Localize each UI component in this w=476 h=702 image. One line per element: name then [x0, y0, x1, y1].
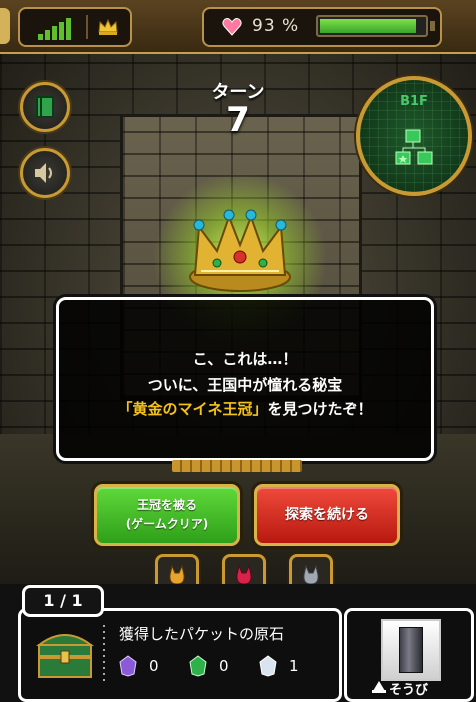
equipment-button[interactable]: そうび	[344, 608, 474, 702]
heart-icon	[222, 18, 242, 36]
wear-crown-label: 王冠を被る	[136, 498, 197, 512]
continue-exploring-button[interactable]: 探索を続ける	[254, 484, 400, 546]
sound-toggle-button[interactable]	[20, 148, 70, 198]
dialog-line-2: ついに、王国中が憧れる秘宝	[147, 376, 343, 394]
gold-pedestal	[172, 460, 302, 472]
crown-icon	[98, 18, 118, 35]
panel-divider	[103, 625, 105, 681]
purple-gem-icon	[119, 655, 137, 677]
battery-fill	[320, 19, 417, 33]
green-gem-icon	[189, 655, 207, 677]
bar-notch	[0, 8, 10, 44]
page-counter: 1 / 1	[22, 585, 104, 617]
game-clear-label: (ゲームクリア)	[125, 517, 209, 531]
minimap-rooms	[395, 129, 433, 165]
game-screen: 93 % ターン 7 B1F こ、これは…！ ついに、王国中が憧れる秘宝 「黄金…	[0, 0, 476, 702]
dialog-line-3-rest: を見つけたぞ！	[267, 400, 373, 418]
dialog-line-1: こ、これは…！	[192, 350, 298, 368]
equipment-icon	[372, 681, 386, 693]
battery-tip	[430, 21, 435, 31]
wear-crown-button[interactable]: 王冠を被る (ゲームクリア)	[94, 484, 240, 546]
packet-title: 獲得したパケットの原石	[119, 625, 285, 643]
battery-percent-text: 93 %	[252, 16, 300, 36]
status-divider	[86, 15, 88, 39]
packet-stones-panel[interactable]: 獲得したパケットの原石 0 0 1	[18, 608, 342, 702]
battery-panel: 93 %	[202, 7, 442, 47]
minimap[interactable]: B1F	[356, 76, 472, 196]
equipment-label: そうび	[389, 683, 429, 698]
dialog-line-3: 「黄金のマイネ王冠」を見つけたぞ！	[59, 398, 431, 419]
treasure-chest-icon	[36, 634, 94, 678]
golden-crown-treasure	[189, 209, 291, 292]
status-bar: 93 %	[0, 0, 476, 54]
treasure-name: 「黄金のマイネ王冠」	[117, 400, 268, 418]
battery-gauge	[316, 15, 428, 37]
signal-crown-panel	[18, 7, 132, 47]
speaker-icon	[35, 163, 52, 183]
dialog-box: こ、これは…！ ついに、王国中が憧れる秘宝 「黄金のマイネ王冠」を見つけたぞ！	[56, 297, 434, 461]
white-gem-count: 1	[289, 657, 299, 675]
equipped-item-card	[381, 619, 441, 681]
purple-gem-count: 0	[149, 657, 159, 675]
green-gem-count: 0	[219, 657, 229, 675]
white-gem-icon	[259, 655, 277, 677]
signal-bars-icon	[38, 18, 78, 40]
continue-exploring-label: 探索を続ける	[285, 507, 369, 523]
equipped-phone-image	[399, 627, 423, 673]
